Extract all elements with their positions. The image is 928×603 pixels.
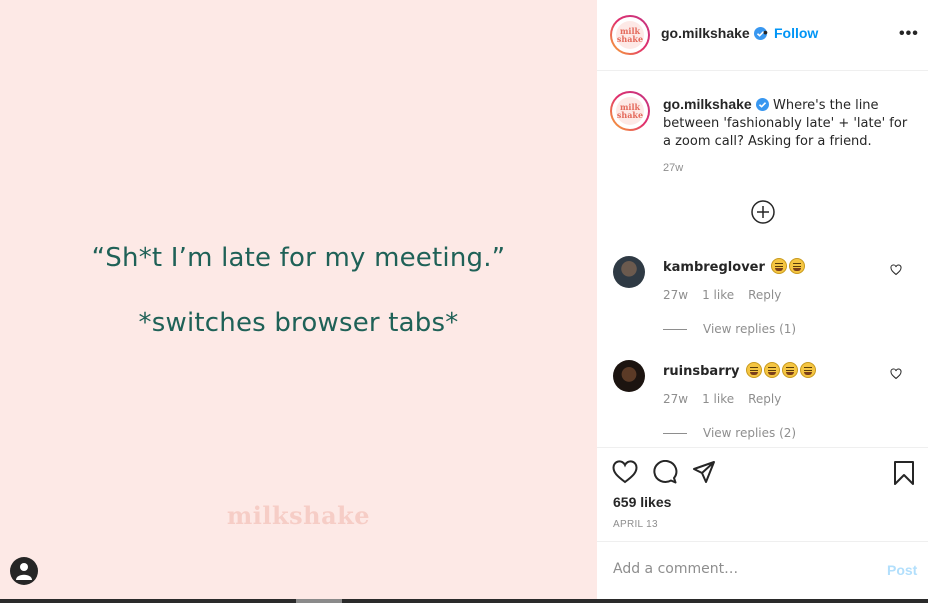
comment-username: ruinsbarry — [663, 362, 817, 379]
view-replies-label: View replies (2) — [703, 426, 797, 440]
heart-icon[interactable] — [612, 460, 638, 484]
comment-likes[interactable]: 1 like — [702, 392, 734, 406]
bookmark-icon[interactable] — [893, 460, 915, 486]
view-replies-button[interactable]: View replies (2) — [663, 426, 796, 440]
quote-line-2: *switches browser tabs* — [138, 308, 459, 338]
watermark-logo: milkshake — [226, 501, 371, 530]
comment-likes[interactable]: 1 like — [702, 288, 734, 302]
follow-button[interactable]: Follow — [774, 25, 818, 41]
caption: go.milkshake Where's the line between 'f… — [663, 95, 913, 151]
post-sidebar: milk shake go.milkshake • Follow ••• mil… — [597, 0, 928, 599]
laughing-emoji-icon — [746, 362, 763, 378]
comment-username-link[interactable]: kambreglover — [663, 260, 765, 275]
laughing-emoji-icon — [789, 258, 806, 274]
comment-time[interactable]: 27w — [663, 288, 688, 302]
share-icon[interactable] — [692, 460, 716, 484]
caption-avatar-logo: milk shake — [616, 97, 644, 125]
add-comment-bar: Post — [597, 543, 928, 599]
post-date[interactable]: APRIL 13 — [613, 519, 658, 530]
comment-item: ruinsbarry 27w 1 like Reply View replies (… — [597, 358, 928, 447]
load-more-comments-icon[interactable] — [751, 200, 775, 224]
action-bar: 659 likes APRIL 13 — [597, 447, 928, 542]
username-text: go.milkshake — [661, 25, 750, 41]
caption-username[interactable]: go.milkshake — [663, 96, 752, 112]
comment-heart-icon[interactable] — [890, 368, 902, 380]
laughing-emoji-icon — [782, 362, 799, 378]
avatar[interactable]: milk shake — [610, 15, 650, 55]
reply-button[interactable]: Reply — [748, 392, 781, 406]
comment-time[interactable]: 27w — [663, 392, 688, 406]
divider-line — [663, 433, 687, 434]
scrollbar-thumb[interactable] — [296, 599, 342, 603]
quote-line-1: “Sh*t I’m late for my meeting.” — [91, 243, 506, 273]
laughing-emoji-icon — [800, 362, 817, 378]
more-options-icon[interactable]: ••• — [899, 25, 919, 43]
comment-meta: 27w 1 like Reply — [663, 288, 795, 302]
post-image[interactable]: “Sh*t I’m late for my meeting.” *switche… — [0, 0, 597, 599]
laughing-emoji-icon — [764, 362, 781, 378]
comment-meta: 27w 1 like Reply — [663, 392, 795, 406]
likes-count[interactable]: 659 likes — [613, 494, 671, 510]
avatar-logo: milk shake — [616, 21, 644, 49]
caption-avatar[interactable]: milk shake — [610, 91, 650, 131]
view-replies-label: View replies (1) — [703, 322, 797, 336]
divider-line — [663, 329, 687, 330]
comments-section[interactable]: milk shake go.milkshake Where's the line… — [597, 72, 928, 447]
comment-username: kambreglover — [663, 258, 806, 275]
tagged-user-icon[interactable] — [10, 557, 38, 585]
comment-item: kambreglover 27w 1 like Reply View replies… — [597, 254, 928, 354]
caption-time[interactable]: 27w — [663, 162, 683, 174]
comment-input[interactable] — [613, 561, 863, 577]
comment-icon[interactable] — [652, 460, 678, 484]
comment-heart-icon[interactable] — [890, 264, 902, 276]
comment-username-link[interactable]: ruinsbarry — [663, 364, 740, 379]
reply-button[interactable]: Reply — [748, 288, 781, 302]
post-header: milk shake go.milkshake • Follow ••• — [597, 0, 928, 71]
separator-dot: • — [763, 24, 768, 40]
horizontal-scrollbar[interactable] — [0, 599, 928, 603]
view-replies-button[interactable]: View replies (1) — [663, 322, 796, 336]
avatar[interactable] — [613, 256, 645, 288]
username-link[interactable]: go.milkshake — [661, 25, 767, 41]
post-button[interactable]: Post — [887, 562, 917, 578]
laughing-emoji-icon — [771, 258, 788, 274]
verified-badge-icon — [755, 98, 769, 111]
avatar[interactable] — [613, 360, 645, 392]
